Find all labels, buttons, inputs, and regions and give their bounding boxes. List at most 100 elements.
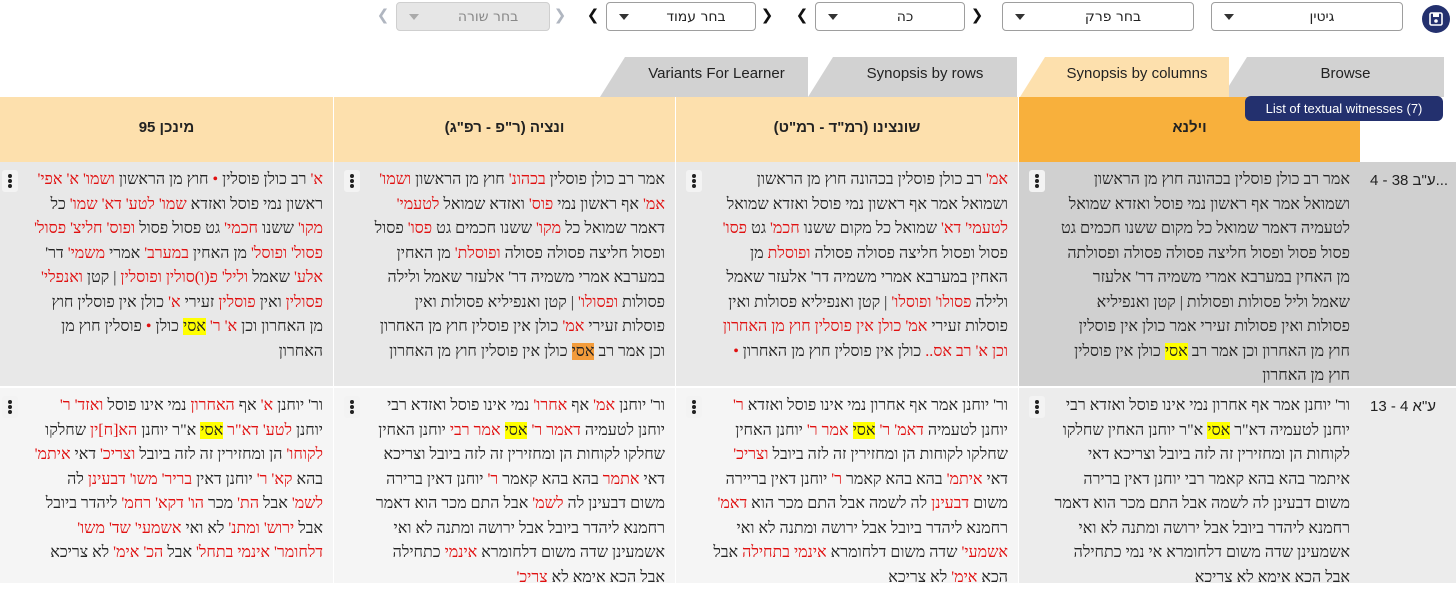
variant-text: דאמר ר' (531, 421, 581, 439)
cell-text: ור' יוחנן א' אף האחרון נמי אינו פוסל ואז… (10, 394, 323, 566)
variant-text: קא' ר' (256, 470, 293, 488)
cell-text: ור' יוחנן אמר אף אחרון נמי אינו פוסל ואז… (1029, 394, 1350, 590)
tab-browse[interactable]: Browse (1222, 57, 1444, 97)
tab-synopsis-by-rows[interactable]: Synopsis by rows (808, 57, 1017, 97)
variant-text: פוסלין (218, 293, 256, 311)
column-header-venice[interactable]: ונציה (ר"פ - רפ"ג) (334, 97, 675, 162)
text-segment: א"ר יוחנן (137, 421, 201, 439)
variant-text: חכמי' (224, 220, 259, 237)
text-segment: ור' יוחנן (273, 397, 323, 414)
text-segment: זעירי (180, 293, 219, 311)
view-tabs: Browse Synopsis by columns Synopsis by r… (0, 57, 1456, 97)
page-select[interactable]: כה (815, 2, 965, 31)
prev-row-arrow-icon[interactable]: ❮ (376, 6, 390, 24)
variant-text: לטע' דא"ר (227, 421, 292, 439)
variant-text: ושמו' א' אפי' (37, 171, 115, 188)
variant-text: ופוסלת' (454, 244, 501, 262)
text-segment: אבל (163, 544, 197, 561)
text-segment: לא ואי (181, 519, 229, 537)
variant-text: במערב' (144, 244, 189, 262)
tractate-select[interactable]: גיטין (1211, 2, 1403, 31)
text-segment: לה (67, 470, 88, 488)
page-select-value: כה (896, 9, 914, 25)
variant-text: פסולו' ופוסלו' (891, 293, 972, 311)
variant-text: אינמי (444, 544, 478, 561)
variant-text: מקו' (536, 220, 562, 237)
variant-text: אשמעי' (961, 544, 1008, 561)
variant-text: חכמ' (770, 220, 800, 237)
text-segment: אמר רב כולן פוסלין (545, 171, 665, 188)
text-segment: אמר רב כולן פוסלין בכהונה חוץ מן הראשון … (1061, 171, 1350, 360)
variant-text: האחרון (190, 397, 235, 414)
text-cell: ור' יוחנן אמ' אף אחרו' נמי אינו פוסל ואז… (334, 388, 675, 586)
more-vert-icon[interactable] (2, 396, 18, 418)
cell-text: אמר רב כולן פוסלין בכהונ' חוץ מן הראשון … (344, 168, 665, 364)
more-vert-icon[interactable] (686, 170, 702, 192)
highlighted-word: אסי (183, 318, 206, 335)
text-segment: מן האחין (188, 244, 252, 262)
cell-text: א' רב כולן פוסלין • חוץ מן הראשון ושמו' … (10, 168, 323, 364)
variant-text: ר' (732, 397, 744, 414)
column-header-munich[interactable]: מינכן 95 (0, 97, 333, 162)
text-segment: ראשון נמי פוסל ואזדא (186, 195, 323, 213)
column-header-soncino[interactable]: שונצינו (רמ"ד - רמ"ט) (676, 97, 1018, 162)
text-segment: גט פסול פסול (135, 220, 225, 237)
text-segment: לה לשמה אבל התם מכר הוא (747, 495, 932, 512)
tab-variants-for-learner[interactable]: Variants For Learner (600, 57, 808, 97)
more-vert-icon[interactable] (1029, 170, 1045, 192)
cell-text: ור' יוחנן אמר אף אחרון נמי אינו פוסל ואז… (686, 394, 1008, 590)
tab-synopsis-by-columns[interactable]: Synopsis by columns (1020, 57, 1229, 97)
save-button[interactable] (1422, 5, 1450, 33)
column-select[interactable]: בחר עמוד (606, 2, 756, 31)
text-segment: אמרי (105, 244, 145, 262)
highlighted-word: אסי (1164, 342, 1188, 360)
more-vert-icon[interactable] (344, 170, 360, 192)
variant-text: אמ' (593, 397, 616, 414)
text-segment: יוחנן דאין (192, 470, 257, 488)
next-page-arrow-icon[interactable]: ❯ (970, 6, 984, 24)
text-segment: כולן (151, 318, 183, 335)
textual-witnesses-button[interactable]: List of textual witnesses (7) (1245, 96, 1443, 121)
variant-text: ר' (831, 470, 843, 488)
more-vert-icon[interactable] (1029, 396, 1045, 418)
variant-text: ואזד' ר' (59, 397, 104, 414)
highlighted-word: אסי (571, 342, 595, 360)
next-column-arrow-icon[interactable]: ❯ (760, 6, 774, 24)
text-segment (501, 422, 505, 439)
text-cell: ור' יוחנן אמר אף אחרון נמי אינו פוסל ואז… (676, 388, 1018, 586)
text-segment: חוץ מן הראשון (114, 171, 213, 188)
text-segment: שחלקו (45, 421, 91, 439)
variant-text: לשמ' (532, 495, 564, 512)
prev-page-arrow-icon[interactable]: ❮ (795, 6, 809, 24)
variant-text: אינמי בתחילה (742, 544, 827, 561)
row-select[interactable]: בחר שורה (396, 2, 550, 31)
variant-text: דבעינן (931, 495, 970, 512)
chevron-down-icon (828, 14, 838, 20)
toolbar: גיטין בחר פרק ❯ כה ❮ ❯ בחר עמוד ❮ ❯ בחר … (0, 0, 1456, 40)
table-row: ע"ב 38 - 4... אמר רב כולן פוסלין בכהונה … (0, 162, 1456, 386)
text-segment: מכר (204, 495, 238, 512)
text-cell: א' רב כולן פוסלין • חוץ מן הראשון ושמו' … (0, 162, 333, 386)
highlighted-word: אסי (1207, 421, 1231, 439)
variant-text: אמר רבי (449, 421, 501, 439)
text-segment: אף (234, 397, 261, 414)
more-vert-icon[interactable] (686, 396, 702, 418)
text-segment: ואזדא שמואל (439, 195, 529, 213)
variant-text: בריר' משו' דבעינן (87, 470, 193, 488)
text-segment: כולן אין פוסלין חוץ מן האחרון (738, 342, 926, 360)
variant-text: אמ' (986, 171, 1008, 188)
text-segment: חוץ מן הראשון (411, 171, 509, 188)
cell-text: אמר רב כולן פוסלין בכהונה חוץ מן הראשון … (1029, 168, 1350, 389)
next-row-arrow-icon[interactable]: ❯ (553, 6, 567, 24)
variant-text: לקוחו' (286, 446, 323, 463)
more-vert-icon[interactable] (344, 396, 360, 418)
chapter-select[interactable]: בחר פרק (1002, 2, 1194, 31)
text-segment: ור' יוחנן אמר אף אחרון נמי אינו פוסל ואז… (743, 397, 1008, 414)
variant-text: הכ' אימ' (113, 544, 164, 561)
text-segment: כולן אין פוסלין חוץ מן האחרון (389, 342, 572, 360)
prev-column-arrow-icon[interactable]: ❮ (586, 6, 600, 24)
variant-text: ופוסלת (767, 244, 811, 262)
tab-label: Synopsis by rows (866, 65, 984, 82)
text-segment: יוחנן לטעמיה (923, 421, 1008, 439)
more-vert-icon[interactable] (2, 170, 18, 192)
